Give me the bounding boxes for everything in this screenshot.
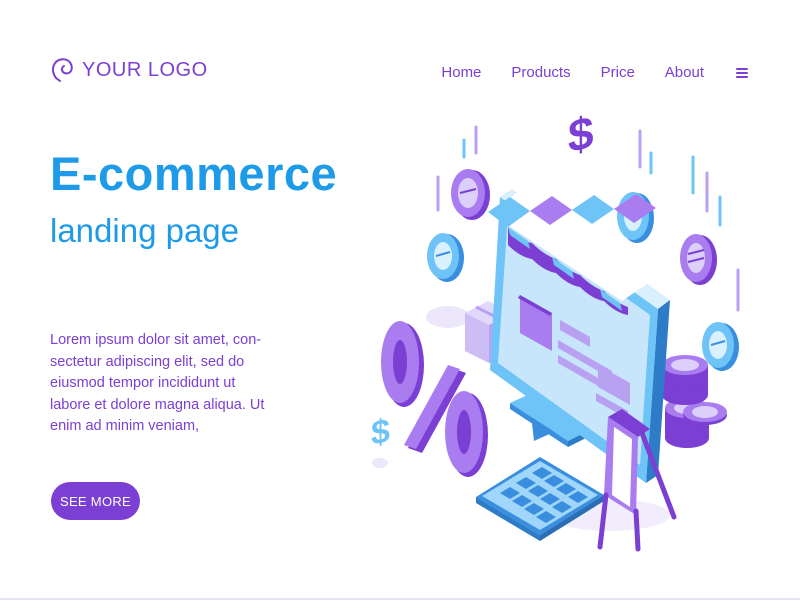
dollar-sign-icon: $ [371,412,390,453]
logo[interactable]: YOUR LOGO [50,57,208,83]
hamburger-icon[interactable] [736,67,748,79]
coin-icon [427,233,464,282]
see-more-button[interactable]: SEE MORE [51,482,140,520]
nav-about[interactable]: About [665,64,704,81]
nav-products[interactable]: Products [511,64,570,81]
coin-icon [451,169,490,220]
nav-price[interactable]: Price [601,64,635,81]
hero-subtitle: landing page [50,212,240,249]
main-nav: Home Products Price About [441,64,748,81]
hero-title: E-commerce [50,147,338,200]
logo-text: YOUR LOGO [82,58,208,81]
hero-body-text: Lorem ipsum dolor sit amet, con- sectetu… [50,332,265,434]
coin-icon [680,234,717,285]
nav-home[interactable]: Home [441,64,481,81]
brain-icon [51,58,73,82]
ecommerce-illustration: $ $ [371,115,740,552]
dollar-sign-icon: $ [568,115,594,163]
